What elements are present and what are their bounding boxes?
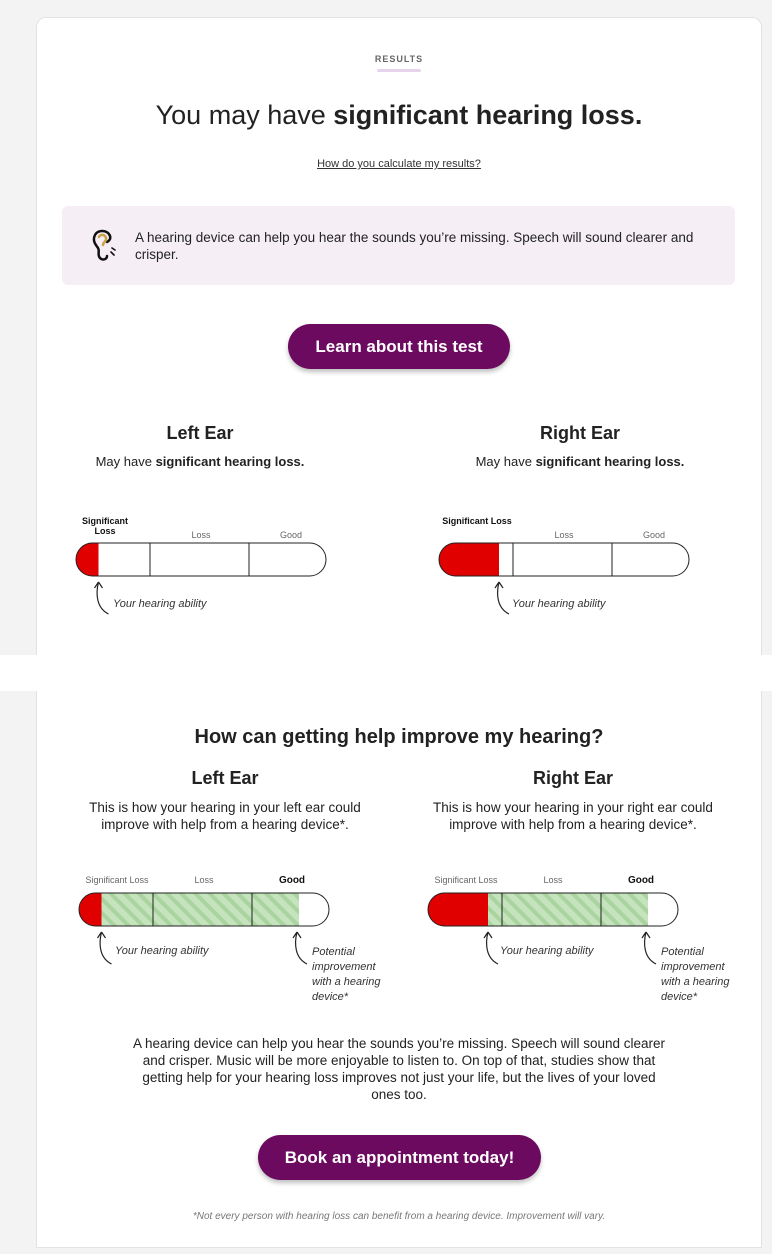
left-ear-meter: Significant Loss Loss Good Your hearing … [75, 516, 335, 626]
improve-right-red-fill [428, 893, 488, 926]
learn-about-test-button[interactable]: Learn about this test [288, 324, 510, 369]
improve-left-green-fill [79, 893, 299, 926]
improve-left-ear-desc: This is how your hearing in your left ea… [89, 800, 361, 832]
headline-prefix: You may have [155, 100, 334, 130]
improve-right-ability-note: Your hearing ability [500, 945, 594, 957]
left-ear-sub-emphasis: significant hearing loss. [155, 454, 305, 469]
section-gap [0, 655, 772, 691]
left-meter-label-significant: Significant Loss [81, 516, 128, 536]
results-underline [377, 69, 421, 72]
improvement-card: How can getting help improve my hearing?… [36, 691, 762, 1248]
improve-right-label-good: Good [627, 875, 655, 886]
calculate-results-link[interactable]: How do you calculate my results? [37, 158, 761, 170]
right-meter-ability-note: Your hearing ability [512, 598, 606, 610]
right-meter-bar [438, 542, 690, 615]
improve-right-ability-arrow-icon [483, 931, 499, 965]
right-meter-fill [439, 543, 499, 576]
improve-right-label-loss: Loss [543, 875, 563, 885]
info-text: A hearing device can help you hear the s… [135, 230, 694, 262]
left-ear-sub-prefix: May have [95, 454, 156, 469]
improve-right-label-significant: Significant Loss [434, 875, 498, 885]
right-meter-label-significant: Significant Loss [442, 516, 512, 526]
left-meter-label-good: Good [279, 530, 303, 540]
headline-emphasis: significant hearing loss. [333, 100, 643, 130]
right-ear-sub-prefix: May have [475, 454, 536, 469]
results-card: RESULTS You may have significant hearing… [36, 17, 762, 656]
right-ear-subtitle: May have significant hearing loss. [430, 454, 730, 469]
book-appointment-button[interactable]: Book an appointment today! [258, 1135, 541, 1180]
right-ear-meter: Significant Loss Loss Good Your hearing … [438, 516, 698, 626]
calculate-results-link-text[interactable]: How do you calculate my results? [317, 158, 481, 170]
improve-left-red-fill [79, 893, 102, 926]
left-ear-subtitle: May have significant hearing loss. [50, 454, 350, 469]
improve-left-label-significant: Significant Loss [85, 875, 149, 885]
footnote: *Not every person with hearing loss can … [192, 1211, 606, 1222]
right-ear-sub-emphasis: significant hearing loss. [535, 454, 685, 469]
right-ear-title: Right Ear [539, 423, 620, 443]
improve-right-meter: Significant Loss Loss Good Your hearing … [426, 875, 756, 1015]
left-meter-arrow-icon [94, 581, 109, 615]
right-meter-label-good: Good [642, 530, 666, 540]
right-meter-label-loss: Loss [554, 530, 574, 540]
left-ear-title: Left Ear [166, 423, 234, 443]
right-ear-result: Right Ear May have significant hearing l… [430, 423, 730, 469]
improve-left-ability-note: Your hearing ability [115, 945, 209, 957]
improve-left-ear-title: Left Ear [191, 768, 259, 788]
improve-left-ability-arrow-icon [97, 931, 112, 965]
right-meter-arrow-icon [494, 581, 510, 615]
improve-left-label-good: Good [278, 875, 306, 886]
improve-left-potential-arrow-icon [292, 931, 308, 965]
improve-left-label-loss: Loss [194, 875, 214, 885]
improve-right-potential-arrow-icon [641, 931, 657, 965]
info-box: A hearing device can help you hear the s… [62, 206, 735, 285]
results-headline: You may have significant hearing loss. [37, 100, 761, 131]
left-meter-fill [76, 543, 99, 576]
improvement-title: How can getting help improve my hearing? [194, 726, 604, 748]
left-ear-result: Left Ear May have significant hearing lo… [50, 423, 350, 469]
improve-right-potential-note: Potential improvement with a hearing dev… [661, 946, 730, 1003]
improve-left-meter: Significant Loss Loss Good Your hearing … [77, 875, 381, 1015]
improve-right-ear-desc: This is how your hearing in your right e… [433, 800, 713, 832]
results-label: RESULTS [374, 54, 424, 64]
improve-left-potential-note: Potential improvement with a hearing dev… [312, 946, 381, 1003]
left-meter-bar [75, 542, 327, 615]
benefits-paragraph: A hearing device can help you hear the s… [132, 1036, 666, 1102]
improve-right-ear-title: Right Ear [532, 768, 613, 788]
left-meter-label-loss: Loss [191, 530, 211, 540]
left-meter-ability-note: Your hearing ability [113, 598, 207, 610]
ear-icon [90, 228, 116, 262]
